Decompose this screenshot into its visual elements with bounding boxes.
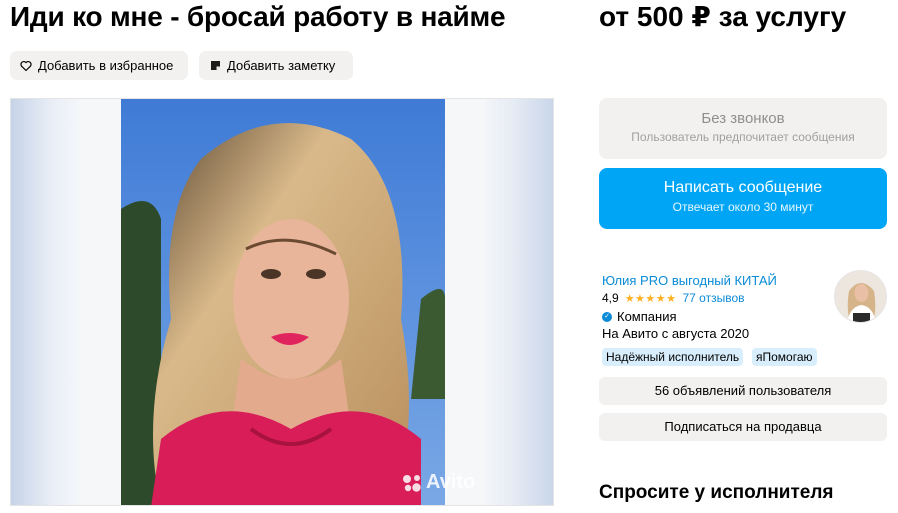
reviews-link[interactable]: 77 отзывов bbox=[683, 291, 745, 305]
gallery-backdrop-left bbox=[11, 99, 79, 505]
page-title: Иди ко мне - бросай работу в найме bbox=[10, 1, 506, 32]
price: от 500 ₽ за услугу bbox=[599, 1, 847, 32]
add-to-favorites-button[interactable]: Добавить в избранное bbox=[10, 51, 188, 80]
avito-logo-icon bbox=[403, 474, 421, 492]
main-photo[interactable] bbox=[121, 99, 445, 506]
no-calls-subtitle: Пользователь предпочитает сообщения bbox=[631, 130, 855, 144]
add-to-favorites-label: Добавить в избранное bbox=[38, 58, 174, 73]
photo-gallery[interactable]: Avito bbox=[10, 98, 554, 506]
heart-icon bbox=[20, 60, 32, 72]
avito-watermark-text: Avito bbox=[426, 471, 476, 493]
ya-pomogayu-badge[interactable]: яПомогаю bbox=[752, 348, 817, 366]
rating-stars-icon: ★★★★★ bbox=[624, 292, 677, 305]
seller-type: ✓ Компания bbox=[602, 309, 677, 324]
write-message-button[interactable]: Написать сообщение Отвечает около 30 мин… bbox=[599, 168, 887, 229]
seller-since: На Авито с августа 2020 bbox=[602, 326, 750, 341]
seller-rating: 4,9 ★★★★★ 77 отзывов bbox=[602, 291, 745, 305]
write-message-subtitle: Отвечает около 30 минут bbox=[672, 200, 814, 214]
seller-name-link[interactable]: Юлия PRO выгодный КИТАЙ bbox=[602, 273, 777, 288]
add-note-button[interactable]: Добавить заметку bbox=[199, 51, 353, 80]
reliable-badge[interactable]: Надёжный исполнитель bbox=[602, 348, 744, 366]
seller-type-label: Компания bbox=[617, 309, 677, 324]
ask-seller-heading: Спросите у исполнителя bbox=[599, 482, 834, 503]
verified-check-icon: ✓ bbox=[602, 311, 612, 322]
gallery-side-left bbox=[79, 99, 121, 505]
no-calls-title: Без звонков bbox=[701, 110, 785, 127]
seller-ads-button[interactable]: 56 объявлений пользователя bbox=[599, 377, 887, 405]
rating-value: 4,9 bbox=[602, 291, 619, 305]
write-message-title: Написать сообщение bbox=[663, 179, 823, 196]
add-note-label: Добавить заметку bbox=[227, 58, 336, 73]
gallery-side-right bbox=[445, 99, 487, 505]
seller-avatar[interactable] bbox=[834, 270, 887, 323]
avito-watermark: Avito bbox=[401, 471, 475, 494]
no-calls-notice: Без звонков Пользователь предпочитает со… bbox=[599, 98, 887, 159]
note-icon bbox=[209, 60, 221, 72]
subscribe-seller-button[interactable]: Подписаться на продавца bbox=[599, 413, 887, 441]
gallery-backdrop-right bbox=[485, 99, 553, 505]
